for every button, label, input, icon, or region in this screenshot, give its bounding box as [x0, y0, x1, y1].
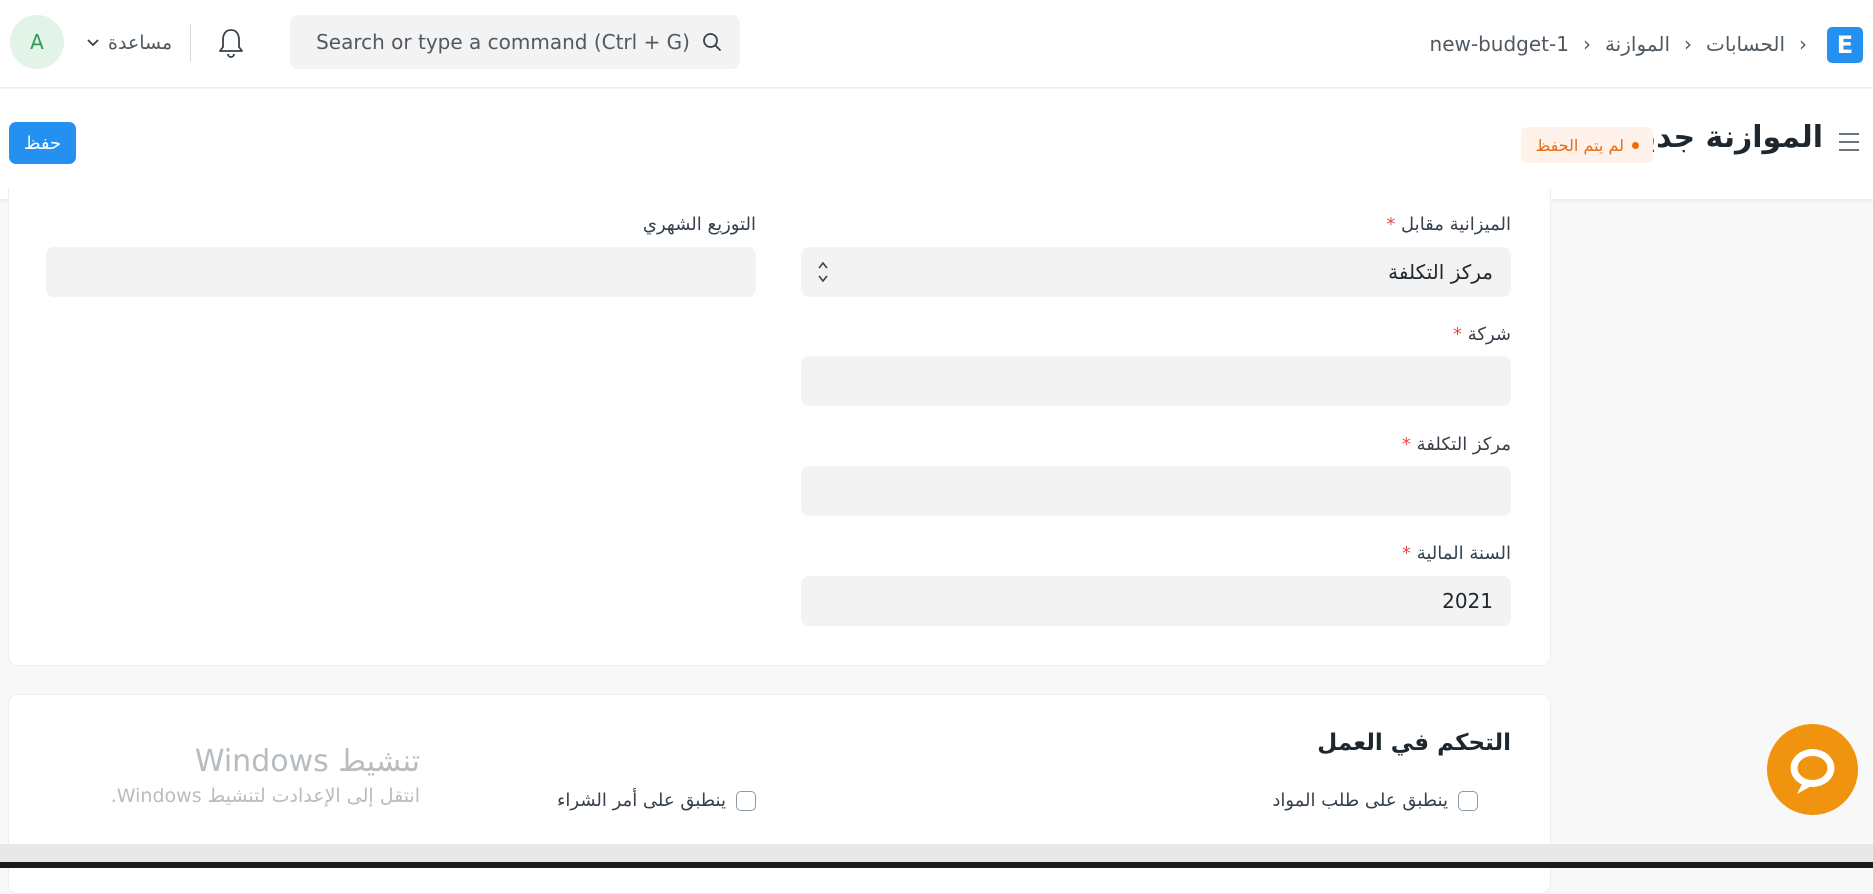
- save-button[interactable]: حفظ: [9, 122, 76, 164]
- taskbar-strip: [0, 862, 1873, 868]
- applicable-purchase-order-checkbox[interactable]: [736, 790, 756, 811]
- cost-center-label: مركز التكلفة *: [1401, 434, 1511, 455]
- breadcrumb-budget[interactable]: الموازنة: [1605, 32, 1670, 56]
- budget-against-label: الميزانية مقابل *: [1386, 214, 1511, 235]
- watermark-title: تنشيط Windows: [194, 744, 420, 779]
- search-input[interactable]: Search or type a command (Ctrl + G): [316, 30, 690, 54]
- navbar-divider: [190, 24, 191, 62]
- navbar: E › الحسابات › الموازنة › new-budget-1 S…: [0, 0, 1873, 88]
- avatar[interactable]: A: [10, 15, 64, 69]
- monthly-distribution-field[interactable]: [46, 247, 756, 297]
- status-badge: لم يتم الحفظ: [1521, 127, 1653, 163]
- budget-against-value: مركز التكلفة: [1388, 260, 1493, 284]
- breadcrumb-current[interactable]: new-budget-1: [1430, 32, 1569, 56]
- help-dropdown[interactable]: مساعدة: [86, 28, 172, 58]
- app-logo[interactable]: E: [1827, 27, 1863, 63]
- company-label: شركة *: [1453, 324, 1511, 345]
- section-title: التحكم في العمل: [1317, 730, 1511, 756]
- bell-icon[interactable]: [216, 26, 246, 60]
- cost-center-field[interactable]: [801, 466, 1511, 516]
- breadcrumb-separator-icon: ›: [1799, 32, 1807, 56]
- windows-watermark: تنشيط Windows انتقل إلى الإعدادت لتنشيط …: [80, 744, 420, 807]
- breadcrumb-separator-icon: ›: [1582, 32, 1591, 56]
- applicable-purchase-order-row[interactable]: ينطبق على أمر الشراء: [557, 790, 756, 811]
- search-bar[interactable]: Search or type a command (Ctrl + G): [290, 15, 740, 69]
- search-icon: [703, 33, 721, 51]
- fiscal-year-label: السنة المالية *: [1401, 543, 1511, 564]
- budget-against-select[interactable]: مركز التكلفة: [801, 247, 1511, 297]
- breadcrumb-accounts[interactable]: الحسابات: [1706, 32, 1785, 56]
- monthly-distribution-label: التوزيع الشهري: [642, 214, 756, 235]
- company-field[interactable]: [801, 356, 1511, 406]
- applicable-purchase-order-label: ينطبق على أمر الشراء: [556, 790, 726, 811]
- fiscal-year-field[interactable]: 2021: [801, 576, 1511, 626]
- status-dot-icon: [1632, 141, 1639, 149]
- page-title: الموازنة جديد: [1627, 120, 1823, 155]
- watermark-subtitle: انتقل إلى الإعدادت لتنشيط Windows.: [110, 785, 420, 807]
- chat-icon: [1790, 749, 1835, 794]
- status-badge-label: لم يتم الحفظ: [1535, 135, 1624, 155]
- breadcrumb: › الحسابات › الموازنة › new-budget-1: [1430, 26, 1807, 62]
- applicable-material-request-row[interactable]: ينطبق على طلب المواد: [1272, 790, 1478, 811]
- chevron-down-icon: [87, 39, 99, 47]
- applicable-material-request-label: ينطبق على طلب المواد: [1272, 790, 1448, 811]
- applicable-material-request-checkbox[interactable]: [1458, 790, 1478, 811]
- chat-button[interactable]: [1767, 724, 1858, 815]
- breadcrumb-separator-icon: ›: [1684, 32, 1693, 56]
- updown-icon: [818, 261, 828, 283]
- help-label: مساعدة: [108, 32, 173, 54]
- hamburger-icon[interactable]: [1837, 131, 1861, 153]
- horizontal-scrollbar[interactable]: [0, 844, 1873, 862]
